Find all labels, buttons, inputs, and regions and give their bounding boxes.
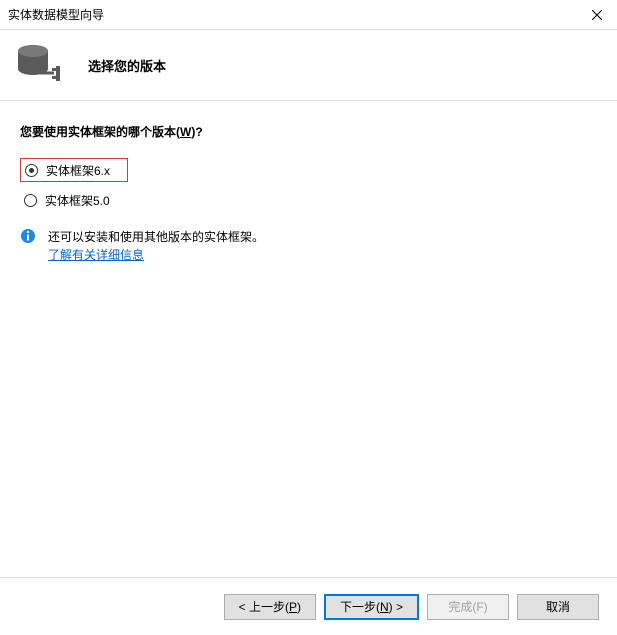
info-icon (20, 228, 36, 244)
radio-icon (25, 164, 38, 177)
radio-label: 实体框架6.x (46, 162, 110, 179)
version-radio-group: 实体框架6.x 实体框架5.0 (20, 158, 597, 212)
back-button[interactable]: < 上一步(P) (224, 594, 316, 620)
radio-icon (24, 194, 37, 207)
cancel-button[interactable]: 取消 (517, 594, 599, 620)
content-area: 您要使用实体框架的哪个版本(W)? 实体框架6.x 实体框架5.0 还可以安装和… (0, 101, 617, 286)
database-icon (16, 41, 64, 89)
window-title: 实体数据模型向导 (8, 6, 577, 23)
titlebar: 实体数据模型向导 (0, 0, 617, 30)
close-icon (592, 10, 602, 20)
learn-more-link[interactable]: 了解有关详细信息 (48, 248, 144, 262)
info-text: 还可以安装和使用其他版本的实体框架。 (48, 228, 264, 246)
next-button[interactable]: 下一步(N) > (324, 594, 419, 620)
finish-button: 完成(F) (427, 594, 509, 620)
wizard-header: 选择您的版本 (0, 30, 617, 100)
radio-option-ef6[interactable]: 实体框架6.x (20, 158, 128, 182)
radio-label: 实体框架5.0 (45, 192, 110, 209)
close-button[interactable] (577, 0, 617, 30)
page-title: 选择您的版本 (88, 56, 166, 75)
radio-option-ef5[interactable]: 实体框架5.0 (20, 188, 597, 212)
wizard-footer: < 上一步(P) 下一步(N) > 完成(F) 取消 (0, 577, 617, 635)
info-panel: 还可以安装和使用其他版本的实体框架。 了解有关详细信息 (20, 228, 597, 264)
question-label: 您要使用实体框架的哪个版本(W)? (20, 123, 597, 140)
